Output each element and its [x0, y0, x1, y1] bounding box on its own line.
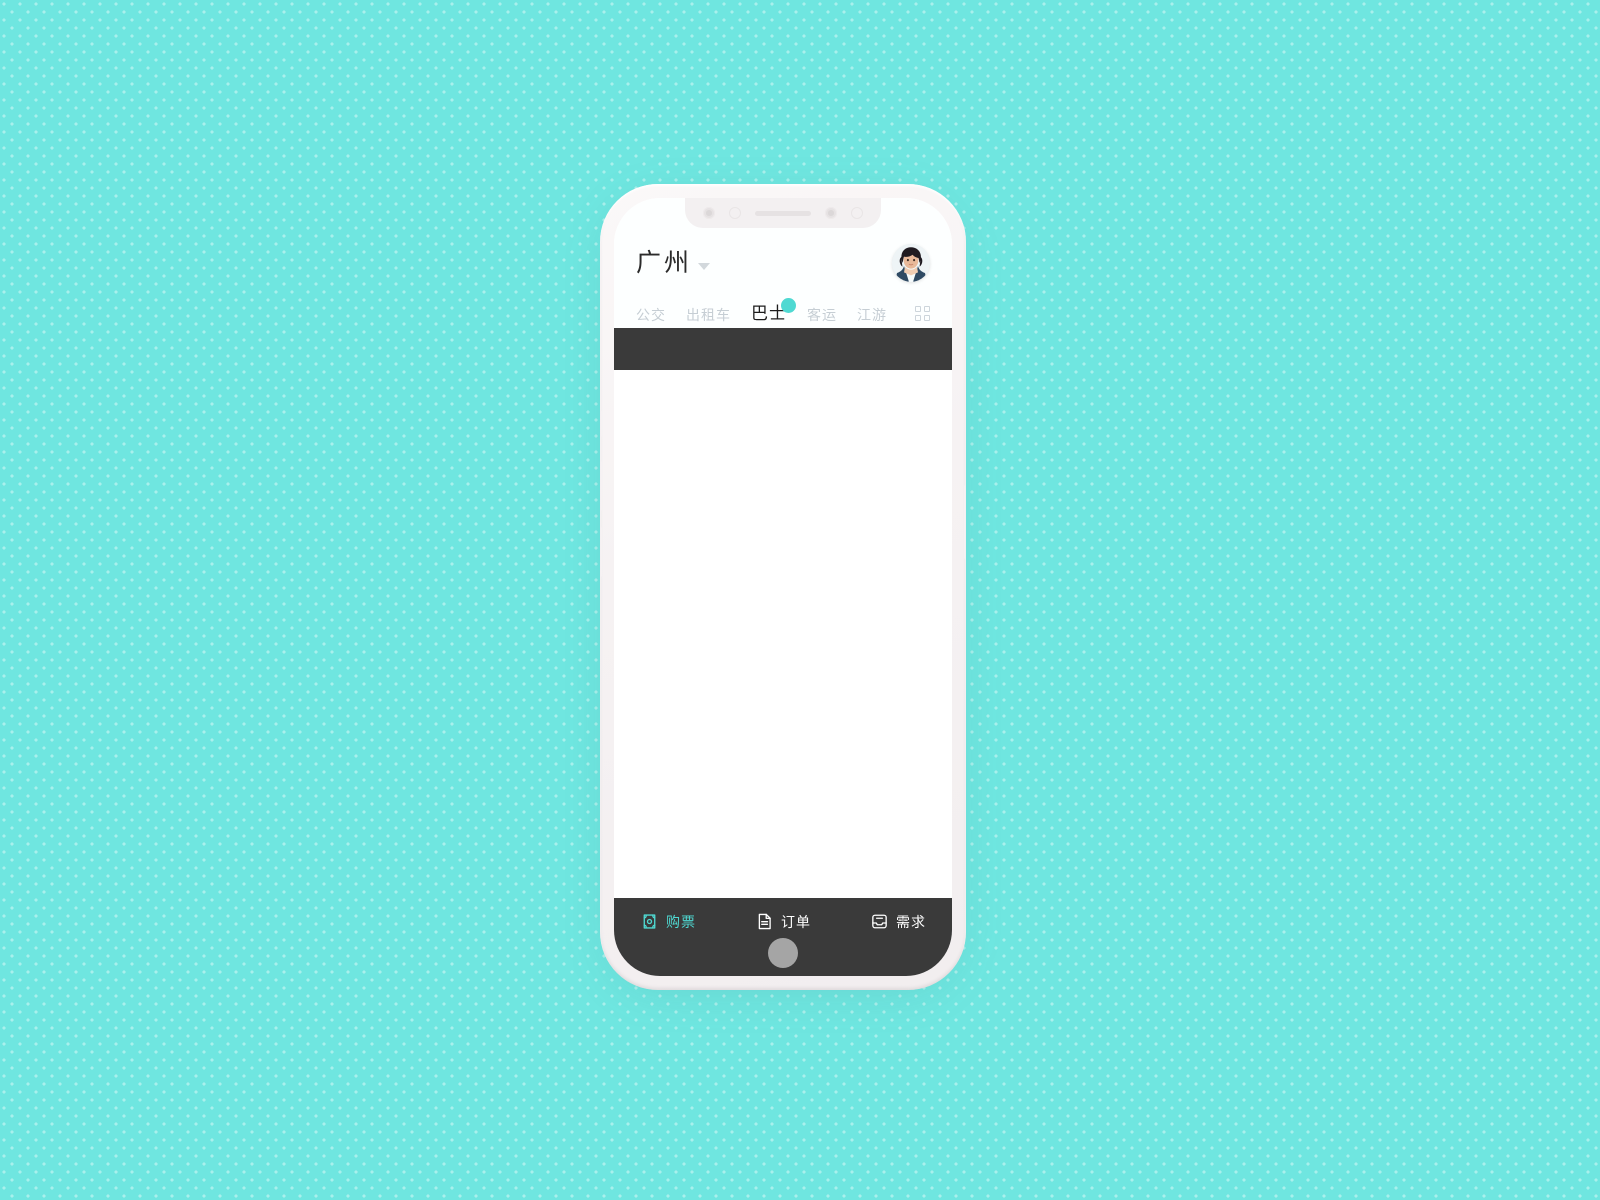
tab-label: 客运: [807, 307, 837, 323]
camera-icon: [825, 207, 837, 219]
nav-label: 需求: [896, 913, 926, 930]
nav-label: 订单: [781, 913, 811, 930]
silent-switch[interactable]: [600, 410, 602, 438]
phone-mockup: 广州 公交 出租车 巴士 客运 江游 购票 订单 需求: [600, 184, 966, 990]
grid-cell: [924, 306, 930, 312]
phone-frame: 广州 公交 出租车 巴士 客运 江游 购票 订单 需求: [600, 184, 966, 990]
tab-bashi[interactable]: 巴士: [751, 298, 796, 322]
nav-item-xu-qiu[interactable]: 需求: [870, 912, 926, 931]
phone-screen: 广州 公交 出租车 巴士 客运 江游 购票 订单 需求: [614, 198, 952, 976]
grid-cell: [915, 315, 921, 321]
power-button[interactable]: [964, 484, 966, 560]
volume-up-button[interactable]: [600, 460, 602, 512]
document-icon: [755, 912, 774, 931]
city-selector-label[interactable]: 广州: [636, 250, 692, 276]
grid-cell: [915, 306, 921, 312]
content-banner: [614, 328, 952, 370]
volume-down-button[interactable]: [600, 526, 602, 578]
tab-jiangyou[interactable]: 江游: [857, 308, 887, 322]
tab-chuzuche[interactable]: 出租车: [686, 308, 731, 322]
camera-icon: [703, 207, 715, 219]
speaker-grill-icon: [755, 210, 811, 216]
nav-item-gou-piao[interactable]: 购票: [640, 912, 696, 931]
category-tabs: 公交 出租车 巴士 客运 江游: [636, 286, 930, 328]
nav-label: 购票: [666, 913, 696, 930]
grid-menu-icon[interactable]: [915, 306, 930, 321]
status-badge: [781, 298, 796, 313]
header-top-row: 广州: [636, 240, 930, 286]
tab-label: 出租车: [686, 307, 731, 323]
home-button[interactable]: [768, 938, 798, 968]
ticket-icon: [640, 912, 659, 931]
chevron-down-icon[interactable]: [698, 262, 711, 270]
content-area: [614, 370, 952, 898]
tab-label: 江游: [857, 307, 887, 323]
sensor-icon: [851, 207, 863, 219]
tab-gongjiao[interactable]: 公交: [636, 308, 666, 322]
sensor-icon: [729, 207, 741, 219]
bottom-navigation-bar: 购票 订单 需求: [614, 898, 952, 976]
avatar[interactable]: [892, 244, 930, 282]
phone-notch: [685, 198, 881, 228]
tab-label: 公交: [636, 307, 666, 323]
grid-cell: [924, 315, 930, 321]
nav-item-ding-dan[interactable]: 订单: [755, 912, 811, 931]
inbox-icon: [870, 912, 889, 931]
tab-keyun[interactable]: 客运: [807, 308, 837, 322]
